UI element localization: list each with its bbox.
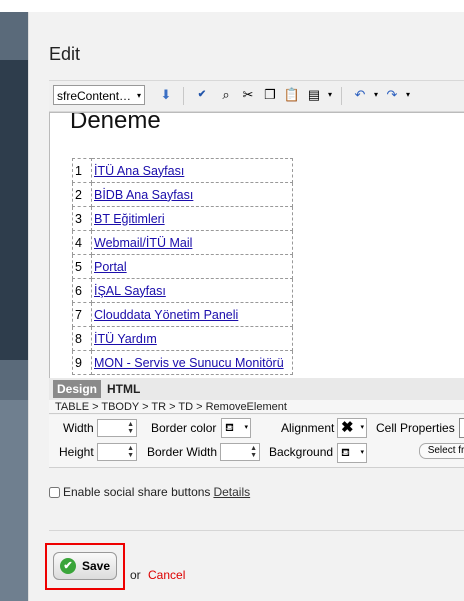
- content-editor[interactable]: Deneme 1 İTÜ Ana Sayfası 2 BİDB Ana Sayf…: [49, 112, 464, 379]
- chevron-down-icon: ▾: [360, 424, 364, 431]
- paint-bucket-icon: ⛾: [341, 447, 350, 459]
- row-link[interactable]: Webmail/İTÜ Mail: [91, 230, 293, 255]
- alignment-label: Alignment: [281, 421, 335, 435]
- row-number: 6: [72, 278, 92, 303]
- cut-icon[interactable]: ✂: [239, 86, 257, 104]
- social-share-option: Enable social share buttons Details: [49, 485, 250, 499]
- border-width-label: Border Width: [147, 445, 218, 459]
- chevron-down-icon: ▾: [360, 449, 364, 456]
- paint-bucket-icon: ⛾: [225, 422, 234, 434]
- links-table: 1 İTÜ Ana Sayfası 2 BİDB Ana Sayfası 3 B…: [72, 158, 293, 375]
- width-label: Width: [63, 421, 94, 435]
- style-select-value: sfreContent…: [57, 89, 132, 103]
- save-highlight: ✔ Save: [45, 543, 125, 590]
- chevron-down-icon[interactable]: ▾: [399, 86, 417, 104]
- row-number: 7: [72, 302, 92, 327]
- page-top-strip: [0, 0, 464, 12]
- border-width-input[interactable]: ▲ ▼: [220, 443, 260, 461]
- find-icon[interactable]: ⌕: [217, 86, 235, 104]
- dialog-title: Edit: [49, 44, 81, 64]
- style-select[interactable]: sfreContent… ▾: [53, 85, 145, 105]
- social-share-checkbox[interactable]: [49, 487, 60, 498]
- mode-bar: Design HTML: [49, 378, 464, 400]
- border-color-label: Border color: [151, 421, 217, 435]
- document-heading: Deneme: [70, 112, 161, 134]
- toolbar-separator: [341, 87, 342, 105]
- chevron-down-icon[interactable]: ▾: [321, 86, 339, 104]
- cell-properties-label: Cell Properties: [376, 421, 455, 435]
- border-color-picker[interactable]: ⛾ ▾: [221, 418, 251, 438]
- spinner-icon: ▲ ▼: [127, 421, 134, 435]
- cancel-link[interactable]: Cancel: [148, 568, 185, 582]
- row-link[interactable]: Portal: [91, 254, 293, 279]
- table-row: 4 Webmail/İTÜ Mail: [72, 230, 293, 255]
- table-row: 7 Clouddata Yönetim Paneli: [72, 302, 293, 327]
- row-number: 1: [72, 158, 92, 183]
- details-link[interactable]: Details: [213, 485, 250, 499]
- background-color-picker[interactable]: ⛾ ▾: [337, 443, 367, 463]
- chevron-down-icon: ▾: [244, 424, 248, 431]
- row-link[interactable]: BT Eğitimleri: [91, 206, 293, 231]
- row-number: 8: [72, 326, 92, 351]
- table-row: 6 İŞAL Sayfası: [72, 278, 293, 303]
- edit-dialog: Edit sfreContent… ▾ ⬇ ✔ ⌕ ✂ ❐ 📋 ▤ ▾ ↶ ▾ …: [28, 12, 464, 601]
- tab-html[interactable]: HTML: [107, 380, 140, 398]
- spellcheck-icon[interactable]: ✔: [193, 86, 211, 104]
- row-link[interactable]: İTÜ Yardım: [91, 326, 293, 351]
- social-share-label: Enable social share buttons: [63, 485, 211, 499]
- height-input[interactable]: ▲ ▼: [97, 443, 137, 461]
- table-row: 5 Portal: [72, 254, 293, 279]
- row-link[interactable]: İŞAL Sayfası: [91, 278, 293, 303]
- row-number: 2: [72, 182, 92, 207]
- checkmark-icon: ✔: [60, 558, 76, 574]
- spinner-icon: ▲ ▼: [127, 445, 134, 459]
- editor-toolbar: sfreContent… ▾ ⬇ ✔ ⌕ ✂ ❐ 📋 ▤ ▾ ↶ ▾ ↷ ▾: [49, 80, 464, 112]
- select-from-button[interactable]: Select from: [419, 443, 464, 459]
- paste-icon[interactable]: 📋: [283, 86, 301, 104]
- chevron-down-icon: ▾: [136, 91, 141, 100]
- background-label: Background: [269, 445, 334, 459]
- cell-properties-panel: Width ▲ ▼ Height ▲ ▼ Border color ⛾ ▾ Borde…: [49, 415, 464, 468]
- or-text: or: [130, 568, 141, 582]
- paragraph-icon[interactable]: ⬇: [157, 86, 175, 104]
- spinner-icon: ▲ ▼: [250, 445, 257, 459]
- width-input[interactable]: ▲ ▼: [97, 419, 137, 437]
- toolbar-separator: [183, 87, 184, 105]
- cell-properties-button[interactable]: [459, 418, 464, 438]
- row-link[interactable]: MON - Servis ve Sunucu Monitörü: [91, 350, 293, 375]
- table-row: 1 İTÜ Ana Sayfası: [72, 158, 293, 183]
- row-link[interactable]: Clouddata Yönetim Paneli: [91, 302, 293, 327]
- save-button[interactable]: ✔ Save: [53, 552, 117, 580]
- copy-icon[interactable]: ❐: [261, 86, 279, 104]
- row-link[interactable]: BİDB Ana Sayfası: [91, 182, 293, 207]
- table-row: 2 BİDB Ana Sayfası: [72, 182, 293, 207]
- close-icon: ✖: [341, 419, 354, 436]
- row-number: 9: [72, 350, 92, 375]
- row-number: 5: [72, 254, 92, 279]
- row-number: 3: [72, 206, 92, 231]
- table-row: 9 MON - Servis ve Sunucu Monitörü: [72, 350, 293, 375]
- element-path: TABLE > TBODY > TR > TD > RemoveElement: [49, 400, 464, 414]
- alignment-picker[interactable]: ✖ ▾: [337, 418, 367, 438]
- row-number: 4: [72, 230, 92, 255]
- table-row: 8 İTÜ Yardım: [72, 326, 293, 351]
- row-link[interactable]: İTÜ Ana Sayfası: [91, 158, 293, 183]
- divider: [49, 530, 464, 531]
- table-row: 3 BT Eğitimleri: [72, 206, 293, 231]
- save-label: Save: [82, 559, 111, 573]
- height-label: Height: [59, 445, 94, 459]
- tab-design[interactable]: Design: [53, 380, 101, 398]
